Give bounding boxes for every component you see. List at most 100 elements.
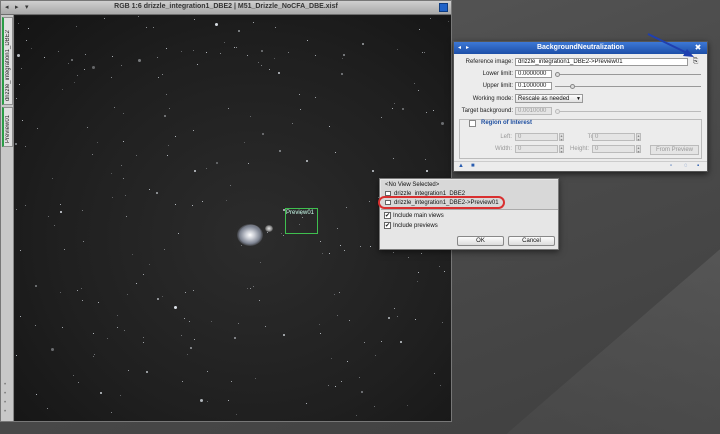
star	[250, 116, 251, 117]
star	[306, 160, 308, 162]
star	[234, 337, 236, 339]
star	[362, 43, 364, 45]
view-selection-popup[interactable]: <No View Selected> drizzle_integration1_…	[379, 178, 559, 250]
cancel-button[interactable]: Cancel	[508, 236, 555, 246]
star	[283, 235, 284, 236]
star	[82, 210, 83, 211]
close-icon[interactable]: ✖	[693, 43, 703, 53]
companion-galaxy	[265, 225, 273, 232]
star	[93, 356, 94, 357]
select-view-icon[interactable]: ⎘	[690, 58, 701, 67]
star	[28, 28, 29, 29]
star	[169, 108, 170, 109]
region-of-interest-checkbox[interactable]	[469, 120, 476, 127]
star	[216, 162, 218, 164]
star	[397, 49, 398, 50]
star	[164, 249, 165, 250]
star	[434, 373, 435, 374]
include-main-views-checkbox[interactable]: ✔	[384, 212, 391, 219]
upper-limit-label: Upper limit:	[482, 83, 513, 89]
star	[299, 94, 300, 95]
star	[234, 47, 235, 48]
browse-documentation-icon[interactable]: ▫	[670, 163, 672, 169]
star	[372, 170, 374, 172]
apply-icon[interactable]: ■	[471, 163, 475, 169]
from-preview-button[interactable]: From Preview	[650, 145, 699, 155]
star	[394, 308, 395, 309]
roi-left-spin-icon[interactable]: ▴ ▾	[559, 133, 564, 142]
star	[143, 342, 144, 343]
roi-top-field[interactable]: 0	[592, 133, 635, 141]
star	[124, 330, 125, 331]
target-background-slider-handle[interactable]	[555, 109, 560, 114]
working-mode-select[interactable]: Rescale as needed ▼	[515, 94, 583, 103]
tab-main-view[interactable]: drizzle_integration1_DBE2	[2, 17, 13, 105]
lower-limit-slider[interactable]	[555, 74, 701, 75]
star	[52, 178, 53, 179]
roi-height-spin-icon[interactable]: ▴ ▾	[636, 145, 641, 154]
star	[418, 272, 419, 273]
ok-button[interactable]: OK	[457, 236, 504, 246]
star	[206, 168, 207, 169]
upper-limit-field[interactable]: 0.1000000	[515, 82, 552, 90]
star	[16, 355, 17, 356]
star	[202, 201, 203, 202]
star	[149, 264, 150, 265]
maximize-icon[interactable]	[439, 3, 448, 12]
star	[136, 155, 137, 156]
tab-main-view-label: drizzle_integration1_DBE2	[5, 29, 11, 101]
star	[292, 123, 293, 124]
star	[164, 115, 166, 117]
star	[335, 386, 336, 387]
star	[136, 283, 137, 284]
star	[47, 408, 48, 409]
roi-width-field[interactable]: 0	[515, 145, 558, 153]
star	[331, 358, 332, 359]
star	[25, 205, 26, 206]
star	[20, 316, 21, 317]
new-instance-icon[interactable]: ▲	[458, 163, 464, 169]
star	[157, 298, 159, 300]
star	[228, 400, 229, 401]
star	[35, 285, 37, 287]
roi-top-spin-icon[interactable]: ▴ ▾	[636, 133, 641, 142]
lower-limit-slider-handle[interactable]	[555, 72, 560, 77]
reference-image-field[interactable]: drizzle_integration1_DBE2->Preview01	[515, 58, 688, 66]
star	[181, 51, 182, 52]
star	[157, 57, 158, 58]
upper-limit-slider[interactable]	[555, 86, 701, 87]
image-window-titlebar[interactable]: ◂ ▸ ▾ RGB 1:6 drizzle_integration1_DBE2 …	[1, 1, 451, 15]
star	[126, 216, 127, 217]
star	[168, 145, 169, 146]
preview-icon[interactable]: ◌	[684, 163, 688, 169]
star	[288, 52, 289, 53]
include-previews-checkbox[interactable]: ✔	[384, 222, 391, 229]
view-list-item-none[interactable]: <No View Selected>	[385, 182, 439, 188]
star	[81, 288, 82, 289]
target-background-slider[interactable]	[555, 111, 701, 112]
background-neutralization-dialog[interactable]: ◂ ▸ BackgroundNeutralization ✖ Reference…	[453, 41, 708, 172]
star	[48, 216, 49, 217]
tab-preview01[interactable]: Preview01	[2, 107, 13, 147]
reset-icon[interactable]: ▪	[697, 163, 699, 169]
star	[156, 192, 158, 194]
roi-left-field[interactable]: 0	[515, 133, 558, 141]
star	[121, 65, 122, 66]
roi-height-field[interactable]: 0	[592, 145, 635, 153]
target-background-field[interactable]: 0.0010000	[515, 107, 552, 115]
side-tab-handle-icon[interactable]: • • • •	[4, 381, 10, 417]
star	[146, 27, 147, 28]
star	[346, 207, 347, 208]
star	[207, 371, 208, 372]
star	[36, 394, 37, 395]
star	[112, 197, 113, 198]
star	[162, 74, 163, 75]
dialog-titlebar[interactable]: ◂ ▸ BackgroundNeutralization ✖	[454, 42, 707, 54]
star	[117, 315, 118, 316]
chevron-down-icon: ▼	[576, 96, 581, 102]
star	[267, 232, 268, 233]
star	[328, 385, 329, 386]
upper-limit-slider-handle[interactable]	[569, 84, 575, 89]
star	[193, 50, 194, 51]
lower-limit-field[interactable]: 0.0000000	[515, 70, 552, 78]
